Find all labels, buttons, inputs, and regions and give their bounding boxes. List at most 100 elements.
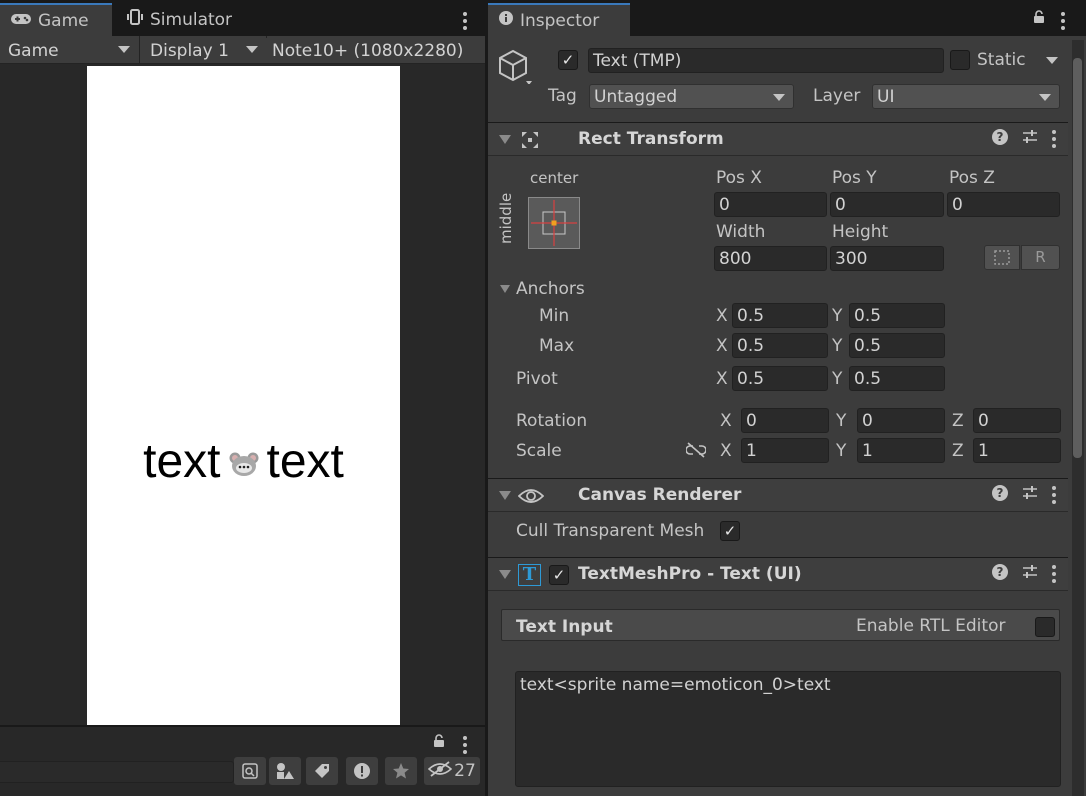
anchor-presets-button[interactable]	[528, 197, 580, 249]
max-x-axis: X	[716, 336, 728, 356]
layer-select[interactable]: UI	[872, 84, 1060, 109]
height-field[interactable]: 300	[830, 246, 944, 271]
chevron-down-icon[interactable]	[1046, 57, 1058, 64]
game-view-panel: Game Simulator Game Display 1 Note10+ (1…	[0, 0, 485, 725]
anchor-max-x-field[interactable]: 0.5	[732, 333, 828, 358]
layer-value: UI	[877, 87, 895, 107]
inspector-tab-bar: Inspector	[488, 0, 1086, 36]
preview-text-right: text	[266, 435, 344, 488]
help-icon[interactable]: ?	[992, 129, 1008, 145]
lock-icon[interactable]	[1033, 9, 1045, 29]
rect-transform-header[interactable]: Rect Transform ?	[488, 122, 1068, 156]
help-icon[interactable]: ?	[992, 485, 1008, 501]
anchors-foldout-icon[interactable]	[500, 285, 510, 293]
rtl-editor-checkbox[interactable]	[1035, 617, 1055, 637]
scene-search-icon[interactable]	[234, 757, 266, 785]
tab-game-label: Game	[38, 10, 89, 31]
device-label: Note10+ (1080x2280)	[272, 40, 464, 61]
tag-select[interactable]: Untagged	[589, 84, 794, 109]
gamepad-icon	[10, 11, 32, 31]
active-checkbox[interactable]: ✓	[558, 50, 578, 70]
pos-y-label: Pos Y	[832, 168, 877, 188]
game-panel-menu-icon[interactable]	[463, 11, 467, 30]
text-preview: text text	[87, 434, 400, 489]
cull-transparent-mesh-checkbox[interactable]: ✓	[720, 521, 740, 541]
inspector-menu-icon[interactable]	[1061, 11, 1065, 30]
pivot-y-field[interactable]: 0.5	[849, 366, 945, 391]
rotation-x-field[interactable]: 0	[741, 408, 829, 433]
hidden-objects-button[interactable]: 27	[424, 757, 480, 785]
tmp-enabled-checkbox[interactable]: ✓	[549, 565, 569, 585]
rtl-editor-label: Enable RTL Editor	[856, 616, 1006, 636]
object-name-field[interactable]: Text (TMP)	[588, 48, 944, 73]
preview-text-left: text	[143, 435, 221, 488]
panel-menu-icon[interactable]	[463, 735, 467, 754]
tab-inspector[interactable]: Inspector	[488, 3, 630, 36]
scale-y-axis: Y	[836, 441, 847, 461]
pos-x-field[interactable]: 0	[714, 192, 827, 217]
canvas-renderer-header[interactable]: Canvas Renderer ?	[488, 478, 1068, 512]
type-filter-icon[interactable]	[269, 757, 301, 785]
static-checkbox[interactable]	[950, 50, 970, 70]
rotation-y-field[interactable]: 0	[857, 408, 945, 433]
anchor-max-y-field[interactable]: 0.5	[849, 333, 945, 358]
display-select[interactable]: Display 1	[144, 38, 264, 63]
anchor-min-y-field[interactable]: 0.5	[849, 303, 945, 328]
rot-x-axis: X	[720, 411, 732, 431]
foldout-arrow-icon[interactable]	[499, 570, 511, 579]
view-select[interactable]: Game	[2, 38, 136, 63]
text-input-area[interactable]: text<sprite name=emoticon_0>text	[515, 671, 1061, 787]
inspector-panel: Inspector ✓ Text (TMP) Static Tag Untagg…	[488, 0, 1086, 796]
anchor-h-label: center	[530, 169, 579, 187]
device-select[interactable]: Note10+ (1080x2280)	[266, 38, 476, 63]
width-field[interactable]: 800	[714, 246, 827, 271]
scale-y-field[interactable]: 1	[857, 438, 945, 463]
tab-inspector-label: Inspector	[520, 10, 600, 31]
anchor-min-x-field[interactable]: 0.5	[732, 303, 828, 328]
textmeshpro-title: TextMeshPro - Text (UI)	[578, 564, 802, 584]
component-menu-icon[interactable]	[1052, 129, 1056, 148]
lock-icon[interactable]	[433, 733, 445, 753]
component-menu-icon[interactable]	[1052, 564, 1056, 583]
rotation-z-field[interactable]: 0	[973, 408, 1061, 433]
static-label: Static	[977, 50, 1026, 70]
blueprint-mode-button[interactable]	[984, 245, 1020, 270]
search-input[interactable]	[0, 761, 234, 783]
tag-value: Untagged	[594, 87, 678, 107]
rot-z-axis: Z	[952, 411, 964, 431]
label-filter-icon[interactable]	[306, 757, 338, 785]
raw-edit-button[interactable]: R	[1021, 245, 1060, 270]
favorites-icon[interactable]	[385, 757, 417, 785]
height-label: Height	[832, 222, 889, 242]
rect-transform-title: Rect Transform	[578, 129, 724, 149]
emoticon-mouse-icon	[229, 434, 259, 489]
presets-icon[interactable]	[1022, 129, 1038, 145]
pivot-x-field[interactable]: 0.5	[732, 366, 828, 391]
tab-game[interactable]: Game	[0, 3, 112, 36]
pivot-x-axis: X	[716, 369, 728, 389]
tab-simulator[interactable]: Simulator	[116, 3, 242, 36]
foldout-arrow-icon[interactable]	[499, 135, 511, 144]
tmp-text-icon: T	[518, 564, 541, 586]
min-x-axis: X	[716, 306, 728, 326]
foldout-arrow-icon[interactable]	[499, 491, 511, 500]
text-input-section: Text Input Enable RTL Editor	[501, 609, 1060, 641]
log-filter-icon[interactable]	[346, 757, 378, 785]
constrain-proportions-icon[interactable]	[685, 442, 707, 463]
inspector-scroll-thumb[interactable]	[1073, 58, 1082, 458]
help-icon[interactable]: ?	[992, 564, 1008, 580]
pos-y-field[interactable]: 0	[830, 192, 944, 217]
pos-z-label: Pos Z	[949, 168, 995, 188]
scale-z-field[interactable]: 1	[973, 438, 1061, 463]
rotation-label: Rotation	[516, 411, 588, 431]
component-menu-icon[interactable]	[1052, 485, 1056, 504]
max-y-axis: Y	[832, 336, 843, 356]
presets-icon[interactable]	[1022, 485, 1038, 501]
textmeshpro-header[interactable]: T ✓ TextMeshPro - Text (UI) ?	[488, 557, 1068, 591]
info-icon	[498, 10, 514, 31]
width-label: Width	[716, 222, 766, 242]
display-select-value: Display 1	[150, 40, 229, 61]
pos-z-field[interactable]: 0	[947, 192, 1060, 217]
presets-icon[interactable]	[1022, 564, 1038, 580]
scale-x-field[interactable]: 1	[741, 438, 829, 463]
